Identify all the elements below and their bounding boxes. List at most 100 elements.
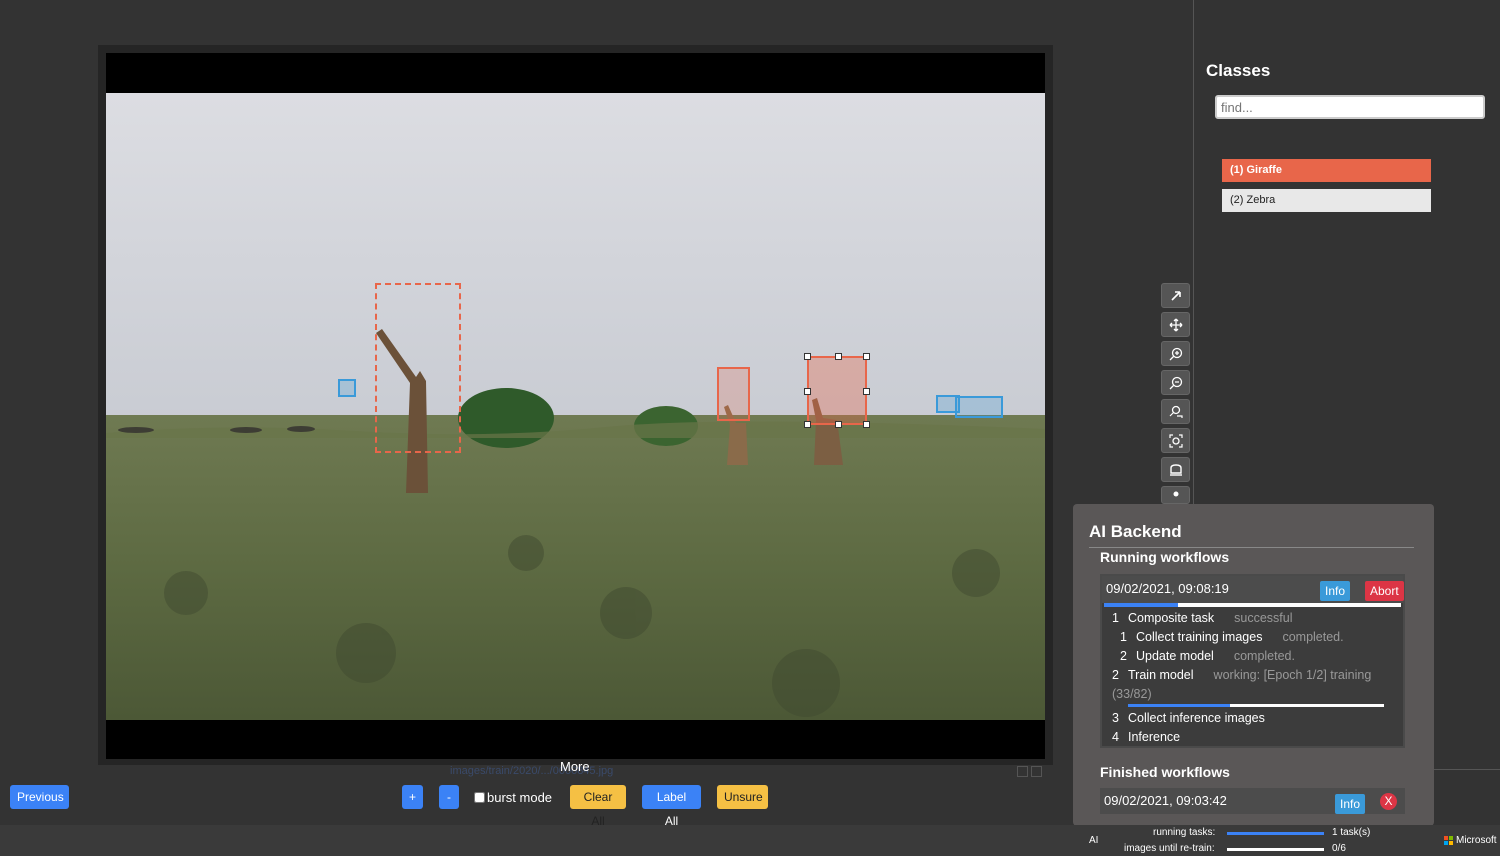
unsure-button[interactable]: Unsure [717,785,768,809]
classes-title: Classes [1206,61,1271,80]
task-row: 1 Composite task successful [1112,611,1293,625]
ai-backend-panel: AI Backend Running workflows 09/02/2021,… [1073,504,1434,826]
bbox-zebra-1[interactable] [338,379,356,397]
close-icon[interactable]: X [1380,793,1397,810]
burst-mode-checkbox[interactable] [474,792,485,803]
task-row: 4 Inference [1112,730,1180,744]
running-tasks-label: running tasks: [1153,827,1216,838]
task-number: 1 [1120,630,1127,644]
select-tool-button[interactable] [1161,283,1190,308]
resize-handle[interactable] [804,421,811,428]
zoom-fit-button[interactable] [1161,428,1190,453]
resize-handle[interactable] [804,353,811,360]
minus-button[interactable]: - [439,785,459,809]
train-progress-fill [1128,704,1231,707]
square-icon [1031,766,1042,777]
zoom-out-button[interactable] [1161,370,1190,395]
retrain-bar [1227,848,1324,851]
task-row: 2 Update model completed. [1120,649,1295,663]
class-item-giraffe[interactable]: (1) Giraffe [1222,159,1431,182]
microsoft-logo-icon [1444,836,1453,845]
brand-label: Microsoft [1456,835,1497,846]
task-status: completed. [1282,630,1344,644]
task-row: 3 Collect inference images [1112,711,1265,725]
label-all-button[interactable]: Label All [642,785,701,828]
divider [1089,547,1414,548]
microsoft-logo: Microsoft [1444,835,1497,846]
bbox-giraffe-selected[interactable] [804,353,870,428]
viewer-corner-icons [1017,764,1047,777]
finished-info-button[interactable]: Info [1335,794,1366,814]
scene-image [106,93,1045,720]
divider [1434,769,1500,770]
previous-button[interactable]: Previous [10,785,69,809]
task-name: Update model [1136,649,1214,663]
bbox-giraffe-2[interactable] [717,367,750,421]
running-workflows-title: Running workflows [1100,549,1230,565]
class-item-zebra[interactable]: (2) Zebra [1222,189,1431,212]
square-icon [1017,766,1028,777]
pan-icon [1169,318,1183,332]
clear-all-button[interactable]: Clear All [570,785,626,828]
workflow-progress-bar [1104,603,1401,607]
task-name: Composite task [1128,611,1215,625]
panel-divider [1193,0,1194,510]
rectangle-icon [1170,464,1182,476]
status-bar: AI running tasks: 1 task(s) images until… [0,825,1500,856]
task-number: 4 [1112,730,1119,744]
workflow-info-button[interactable]: Info [1320,581,1351,601]
resize-handle[interactable] [835,421,842,428]
select-icon [1171,291,1181,301]
zoom-in-button[interactable] [1161,341,1190,366]
running-tasks-value: 1 task(s) [1332,827,1371,838]
bbox-zebra-3[interactable] [955,396,1003,418]
workflow-date: 09/02/2021, 09:03:42 [1104,793,1227,808]
task-number: 1 [1112,611,1119,625]
running-workflow-card: 09/02/2021, 09:08:19 Info Abort 1 Composi… [1100,574,1405,748]
running-tasks-fill [1227,832,1324,835]
workflow-progress-fill [1104,603,1179,607]
pin-tool-button[interactable] [1161,486,1190,504]
task-status: completed. [1233,649,1295,663]
task-row: 1 Collect training images completed. [1120,630,1344,644]
workflow-abort-button[interactable]: Abort [1365,581,1404,601]
ai-status-label: AI [1089,835,1099,846]
bbox-giraffe-1[interactable] [375,283,461,453]
finished-workflows-title: Finished workflows [1100,764,1230,780]
resize-handle[interactable] [863,421,870,428]
task-status-continued: (33/82) [1112,687,1152,701]
resize-handle[interactable] [804,388,811,395]
burst-mode-label: burst mode [487,790,553,805]
task-row: 2 Train model working: [Epoch 1/2] trainin… [1112,668,1371,682]
retrain-label: images until re-train: [1124,843,1215,854]
finished-workflow-card: 09/02/2021, 09:03:42 Info X [1100,788,1405,814]
zoom-area-icon [1169,405,1183,418]
rectangle-tool-button[interactable] [1161,457,1190,482]
task-name: Train model [1128,668,1194,682]
workflow-header: 09/02/2021, 09:08:19 Info Abort [1102,576,1404,603]
annotation-canvas[interactable] [106,53,1045,759]
task-name: Inference [1128,730,1181,744]
plus-button[interactable]: + [402,785,423,809]
savanna-photo [106,93,1045,720]
workflow-date: 09/02/2021, 09:08:19 [1106,581,1229,596]
ai-backend-title: AI Backend [1089,522,1182,541]
more-label[interactable]: More [560,759,590,774]
task-status: successful [1234,611,1293,625]
task-name: Collect inference images [1128,711,1265,725]
resize-handle[interactable] [863,353,870,360]
burst-mode-toggle[interactable]: burst mode [474,790,552,805]
app-root: images/train/2020/.../0000845.jpg More P… [0,0,1500,856]
running-tasks-bar [1227,832,1324,835]
task-number: 2 [1120,649,1127,663]
task-name: Collect training images [1136,630,1263,644]
zoom-fit-icon [1169,434,1183,448]
class-search-input[interactable] [1215,95,1485,119]
train-progress-bar [1128,704,1384,707]
resize-handle[interactable] [835,353,842,360]
zoom-area-button[interactable] [1161,399,1190,424]
zoom-in-icon [1169,347,1183,361]
pan-tool-button[interactable] [1161,312,1190,337]
task-number: 2 [1112,668,1119,682]
resize-handle[interactable] [863,388,870,395]
